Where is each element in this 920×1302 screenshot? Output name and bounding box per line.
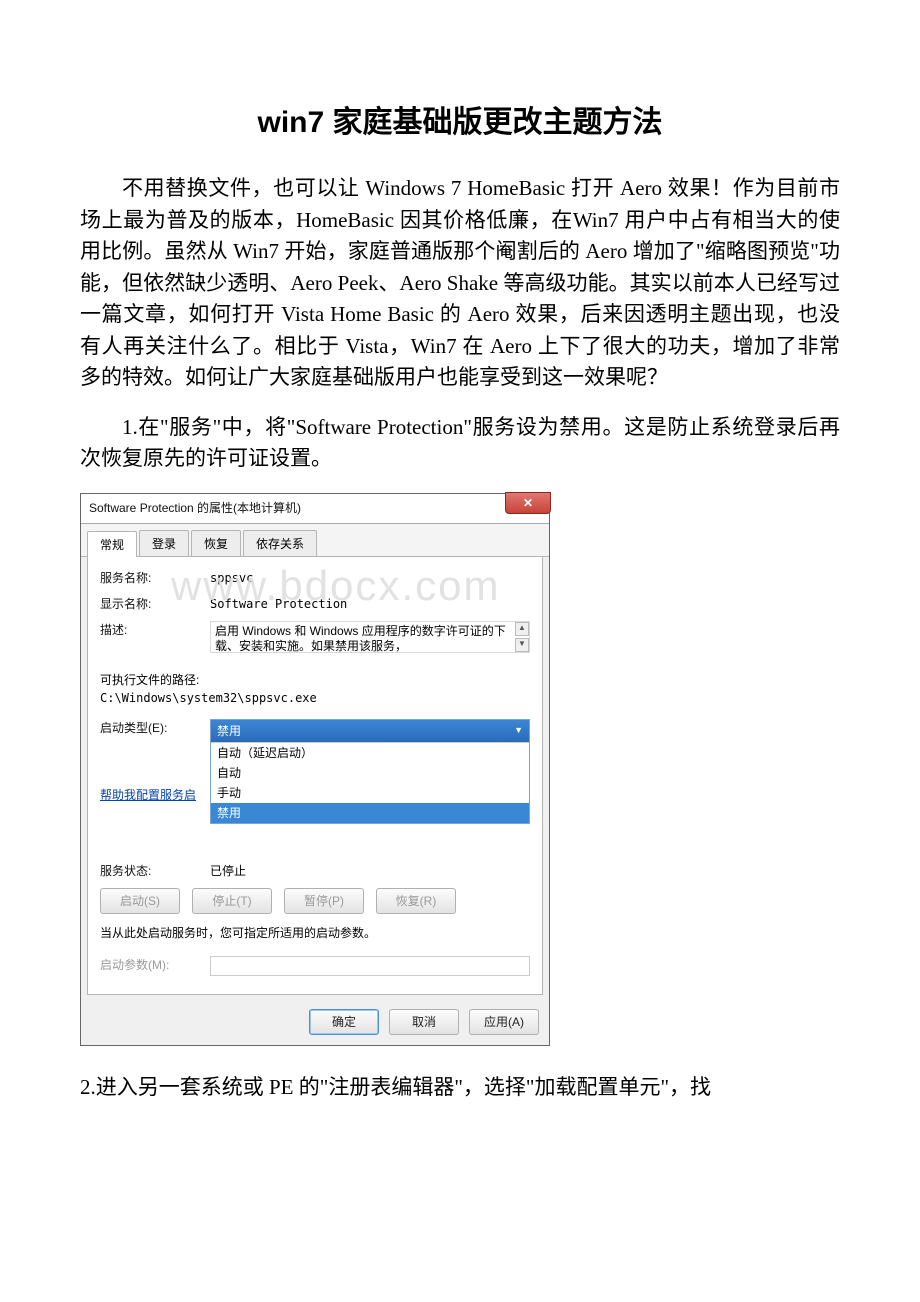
tab-panel-general: 服务名称: sppsvc 显示名称: Software Protection 描…: [87, 557, 543, 995]
dialog-title: Software Protection 的属性(本地计算机): [89, 499, 541, 517]
tab-dependencies[interactable]: 依存关系: [243, 530, 317, 556]
start-button[interactable]: 启动(S): [100, 888, 180, 914]
tab-recovery[interactable]: 恢复: [191, 530, 241, 556]
scroll-down-icon[interactable]: ▼: [515, 638, 529, 652]
option-auto-delayed[interactable]: 自动（延迟启动）: [211, 743, 529, 763]
desc-scrollbar[interactable]: ▲ ▼: [515, 622, 529, 652]
chevron-down-icon: ▼: [514, 724, 523, 738]
value-exe-path: C:\Windows\system32\sppsvc.exe: [100, 689, 530, 707]
description-box: 启用 Windows 和 Windows 应用程序的数字许可证的下载、安装和实施…: [210, 621, 530, 653]
value-display-name: Software Protection: [210, 595, 530, 613]
pause-button[interactable]: 暂停(P): [284, 888, 364, 914]
dialog-titlebar: Software Protection 的属性(本地计算机) ✕: [81, 494, 549, 524]
apply-button[interactable]: 应用(A): [469, 1009, 539, 1035]
cancel-button[interactable]: 取消: [389, 1009, 459, 1035]
tab-logon[interactable]: 登录: [139, 530, 189, 556]
label-exe-path: 可执行文件的路径:: [100, 671, 530, 689]
close-icon: ✕: [523, 494, 533, 512]
label-start-params: 启动参数(M):: [100, 956, 210, 974]
value-service-name: sppsvc: [210, 569, 530, 587]
tab-general[interactable]: 常规: [87, 531, 137, 557]
intro-paragraph: 不用替换文件，也可以让 Windows 7 HomeBasic 打开 Aero …: [80, 173, 840, 394]
option-auto[interactable]: 自动: [211, 763, 529, 783]
stop-button[interactable]: 停止(T): [192, 888, 272, 914]
document-title: win7 家庭基础版更改主题方法: [80, 100, 840, 145]
startup-options-list: 自动（延迟启动） 自动 手动 禁用: [211, 742, 529, 823]
resume-button[interactable]: 恢复(R): [376, 888, 456, 914]
label-service-name: 服务名称:: [100, 569, 210, 587]
step-2-text: 2.进入另一套系统或 PE 的"注册表编辑器"，选择"加载配置单元"，找: [80, 1072, 840, 1104]
dialog-footer: 确定 取消 应用(A): [81, 1001, 549, 1045]
startup-selected-value: 禁用: [217, 722, 241, 740]
startup-type-select[interactable]: 禁用 ▼ 自动（延迟启动） 自动 手动 禁用: [210, 719, 530, 824]
label-service-status: 服务状态:: [100, 862, 210, 880]
close-button[interactable]: ✕: [505, 492, 551, 514]
label-display-name: 显示名称:: [100, 595, 210, 613]
dialog-window: www.bdocx.com Software Protection 的属性(本地…: [80, 493, 550, 1046]
value-service-status: 已停止: [210, 862, 530, 880]
ok-button[interactable]: 确定: [309, 1009, 379, 1035]
start-params-hint: 当从此处启动服务时，您可指定所适用的启动参数。: [100, 924, 530, 942]
value-description: 启用 Windows 和 Windows 应用程序的数字许可证的下载、安装和实施…: [215, 624, 506, 653]
start-params-input[interactable]: [210, 956, 530, 976]
screenshot-service-properties: www.bdocx.com Software Protection 的属性(本地…: [80, 493, 840, 1046]
tab-strip: 常规 登录 恢复 依存关系: [81, 524, 549, 557]
label-description: 描述:: [100, 621, 210, 639]
option-disabled[interactable]: 禁用: [211, 803, 529, 823]
scroll-up-icon[interactable]: ▲: [515, 622, 529, 636]
step-1-text: 1.在"服务"中，将"Software Protection"服务设为禁用。这是…: [80, 412, 840, 475]
help-link[interactable]: 帮助我配置服务启: [100, 788, 196, 802]
label-startup-type: 启动类型(E):: [100, 719, 210, 737]
